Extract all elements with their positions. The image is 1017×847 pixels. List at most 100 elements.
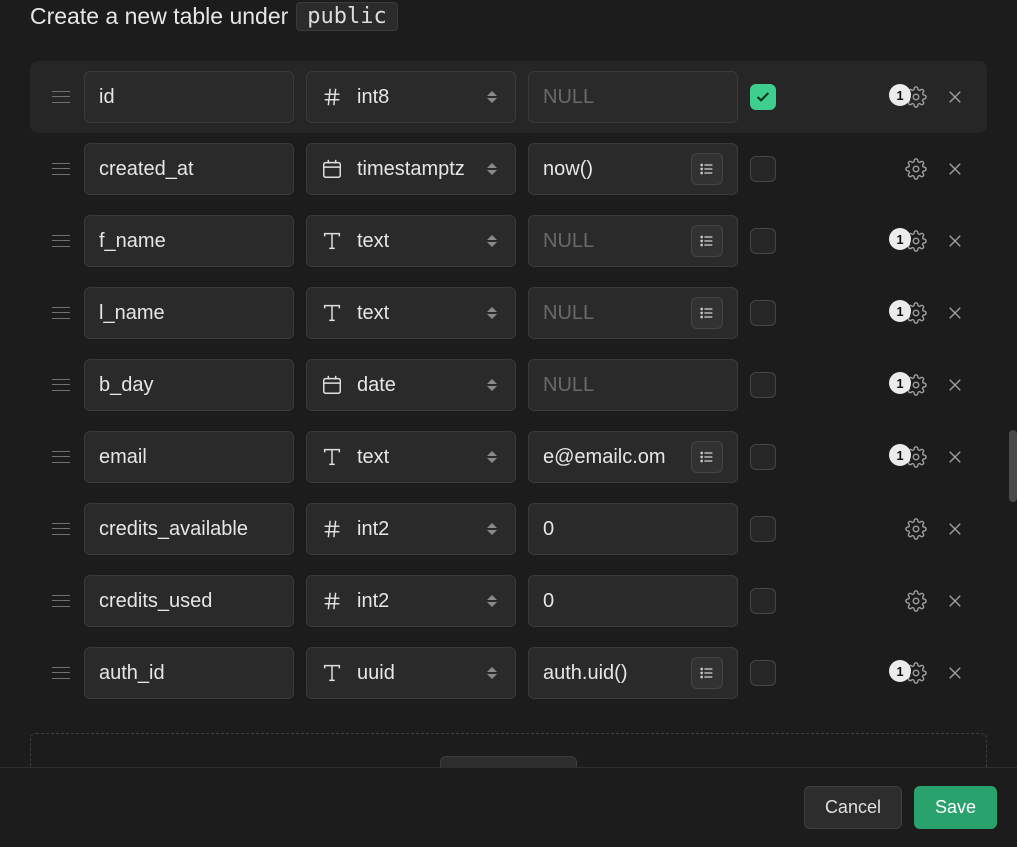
column-settings-button[interactable]: 1 xyxy=(901,442,931,472)
column-type-select[interactable]: uuid xyxy=(306,647,516,699)
primary-key-checkbox[interactable] xyxy=(750,156,776,182)
column-type-select[interactable]: text xyxy=(306,287,516,339)
column-settings-button[interactable]: 1 xyxy=(901,226,931,256)
close-icon xyxy=(946,520,964,538)
scrollbar-thumb[interactable] xyxy=(1009,430,1017,502)
list-icon[interactable] xyxy=(691,225,723,257)
save-button[interactable]: Save xyxy=(914,786,997,829)
column-settings-button[interactable] xyxy=(901,586,931,616)
text-icon xyxy=(321,662,343,684)
primary-key-checkbox[interactable] xyxy=(750,660,776,686)
remove-column-button[interactable] xyxy=(943,301,967,325)
add-column-zone: Add column xyxy=(30,733,987,767)
drag-handle-icon[interactable] xyxy=(50,662,72,684)
column-name-input[interactable] xyxy=(99,446,279,469)
remove-column-button[interactable] xyxy=(943,661,967,685)
column-type-select[interactable]: int8 xyxy=(306,71,516,123)
drag-handle-icon[interactable] xyxy=(50,374,72,396)
column-name-input[interactable] xyxy=(99,158,279,181)
column-default-field[interactable]: NULL xyxy=(528,215,738,267)
settings-badge: 1 xyxy=(889,444,911,466)
column-name-input[interactable] xyxy=(99,230,279,253)
drag-handle-icon[interactable] xyxy=(50,230,72,252)
gear-icon xyxy=(905,158,927,180)
column-default-field[interactable]: NULL xyxy=(528,287,738,339)
column-name-field[interactable] xyxy=(84,431,294,483)
column-name-field[interactable] xyxy=(84,359,294,411)
column-name-field[interactable] xyxy=(84,647,294,699)
drag-handle-icon[interactable] xyxy=(50,518,72,540)
column-name-input[interactable] xyxy=(99,662,279,685)
remove-column-button[interactable] xyxy=(943,85,967,109)
column-name-field[interactable] xyxy=(84,71,294,123)
list-icon[interactable] xyxy=(691,657,723,689)
column-name-field[interactable] xyxy=(84,143,294,195)
primary-key-checkbox[interactable] xyxy=(750,516,776,542)
column-type-select[interactable]: timestamptz xyxy=(306,143,516,195)
primary-key-checkbox[interactable] xyxy=(750,300,776,326)
column-type-label: int8 xyxy=(357,86,389,109)
primary-key-checkbox[interactable] xyxy=(750,228,776,254)
column-settings-button[interactable]: 1 xyxy=(901,82,931,112)
column-type-select[interactable]: text xyxy=(306,431,516,483)
remove-column-button[interactable] xyxy=(943,445,967,469)
remove-column-button[interactable] xyxy=(943,373,967,397)
column-settings-button[interactable] xyxy=(901,154,931,184)
gear-icon xyxy=(905,590,927,612)
drag-handle-icon[interactable] xyxy=(50,86,72,108)
cancel-button[interactable]: Cancel xyxy=(804,786,902,829)
column-name-input[interactable] xyxy=(99,590,279,613)
primary-key-checkbox[interactable] xyxy=(750,588,776,614)
column-name-input[interactable] xyxy=(99,86,279,109)
column-default-field[interactable]: e@emailc.om xyxy=(528,431,738,483)
column-name-input[interactable] xyxy=(99,374,279,397)
settings-badge: 1 xyxy=(889,228,911,250)
drag-handle-icon[interactable] xyxy=(50,158,72,180)
remove-column-button[interactable] xyxy=(943,229,967,253)
column-type-select[interactable]: int2 xyxy=(306,575,516,627)
list-icon[interactable] xyxy=(691,441,723,473)
remove-column-button[interactable] xyxy=(943,589,967,613)
remove-column-button[interactable] xyxy=(943,517,967,541)
column-name-field[interactable] xyxy=(84,215,294,267)
column-type-select[interactable]: int2 xyxy=(306,503,516,555)
column-settings-button[interactable]: 1 xyxy=(901,370,931,400)
column-default-field[interactable]: NULL xyxy=(528,359,738,411)
create-table-modal: Create a new table under public int8 NUL… xyxy=(0,0,1017,847)
column-default-field[interactable]: 0 xyxy=(528,503,738,555)
column-default-field[interactable]: auth.uid() xyxy=(528,647,738,699)
add-column-button[interactable]: Add column xyxy=(440,756,577,767)
drag-handle-icon[interactable] xyxy=(50,446,72,468)
column-default-field[interactable]: 0 xyxy=(528,575,738,627)
primary-key-checkbox[interactable] xyxy=(750,372,776,398)
column-name-input[interactable] xyxy=(99,518,279,541)
remove-column-button[interactable] xyxy=(943,157,967,181)
drag-handle-icon[interactable] xyxy=(50,590,72,612)
column-default-field[interactable]: now() xyxy=(528,143,738,195)
list-icon[interactable] xyxy=(691,153,723,185)
column-name-field[interactable] xyxy=(84,575,294,627)
settings-badge: 1 xyxy=(889,84,911,106)
column-settings-button[interactable]: 1 xyxy=(901,658,931,688)
drag-handle-icon[interactable] xyxy=(50,302,72,324)
hash-icon xyxy=(321,86,343,108)
column-settings-button[interactable] xyxy=(901,514,931,544)
column-row: int2 0 xyxy=(30,565,987,637)
column-type-label: text xyxy=(357,230,389,253)
column-default-field[interactable]: NULL xyxy=(528,71,738,123)
primary-key-checkbox[interactable] xyxy=(750,444,776,470)
list-icon[interactable] xyxy=(691,297,723,329)
column-default-value: NULL xyxy=(543,374,723,397)
column-type-select[interactable]: date xyxy=(306,359,516,411)
calendar-icon xyxy=(321,158,343,180)
column-name-input[interactable] xyxy=(99,302,279,325)
column-name-field[interactable] xyxy=(84,503,294,555)
primary-key-checkbox[interactable] xyxy=(750,84,776,110)
settings-badge: 1 xyxy=(889,372,911,394)
column-type-select[interactable]: text xyxy=(306,215,516,267)
column-name-field[interactable] xyxy=(84,287,294,339)
stepper-icon xyxy=(487,523,501,535)
column-settings-button[interactable]: 1 xyxy=(901,298,931,328)
column-type-label: int2 xyxy=(357,590,389,613)
column-default-value: e@emailc.om xyxy=(543,446,681,469)
